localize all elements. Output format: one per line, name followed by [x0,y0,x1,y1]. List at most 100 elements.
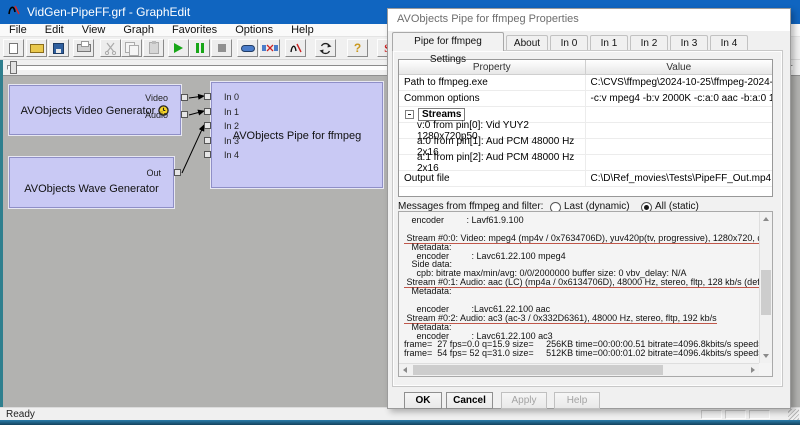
log-text: encoder : Lavf61.9.100 Stream #0:0: Vide… [399,212,759,363]
insert-filter-button[interactable] [285,39,306,57]
pin-label-audio: Audio [145,110,168,120]
tab-in2[interactable]: In 2 [630,35,668,51]
filter-capsule-icon [241,45,255,52]
pin-in2[interactable] [204,122,211,129]
open-file-button[interactable] [26,39,47,57]
pin-label-in0: In 0 [224,92,239,102]
open-folder-icon [30,44,44,53]
help-button[interactable]: ? [347,39,368,57]
pin-video-out[interactable] [181,94,188,101]
pin-label-out: Out [146,168,161,178]
status-text: Ready [6,409,35,420]
menu-view[interactable]: View [73,24,115,36]
log-vertical-scrollbar[interactable] [759,212,772,363]
graphedit-window: VidGen-PipeFF.grf - GraphEdit File Edit … [0,0,800,425]
new-file-button[interactable] [3,39,24,57]
cut-button[interactable] [100,39,121,57]
copy-icon [125,42,138,55]
pin-label-video: Video [145,93,168,103]
copy-button[interactable] [121,39,142,57]
insert-filter-icon [289,42,303,54]
log-horizontal-scrollbar[interactable] [399,363,759,376]
menu-help[interactable]: Help [282,24,323,36]
apply-button[interactable]: Apply [501,392,547,409]
pin-in3[interactable] [204,137,211,144]
paste-icon [149,42,159,54]
pause-button[interactable] [189,39,210,57]
property-grid: Property Value Path to ffmpeg.exe C:\CVS… [398,59,773,197]
filter-video-generator[interactable]: AVObjects Video Generator Video Audio [9,85,181,135]
filter-title: AVObjects Wave Generator [10,183,173,195]
stream-1-line: Stream #0:1: Audio: aac (LC) (mp4a / 0x6… [404,278,759,287]
scroll-right-icon[interactable] [751,367,755,373]
save-button[interactable] [48,39,69,57]
dialog-titlebar: AVObjects Pipe for ffmpeg Properties [388,9,790,31]
stop-icon [218,44,226,52]
ffmpeg-message-log[interactable]: encoder : Lavf61.9.100 Stream #0:0: Vide… [398,211,773,377]
grid-row-common-options[interactable]: Common options -c:v mpeg4 -b:v 2000K -c:… [399,91,772,107]
ok-button[interactable]: OK [404,392,442,409]
stream-0-line: Stream #0:0: Video: mpeg4 (mp4v / 0x7634… [404,234,759,243]
pin-in1[interactable] [204,108,211,115]
new-file-icon [9,43,18,54]
status-panel [701,410,722,419]
tab-pipe-settings[interactable]: Pipe for ffmpeg Settings [392,32,504,51]
cancel-button[interactable]: Cancel [446,392,493,409]
tab-about[interactable]: About [506,35,548,51]
menu-edit[interactable]: Edit [36,24,73,36]
save-floppy-icon [53,43,64,54]
status-panel [749,410,770,419]
vscroll-thumb[interactable] [761,270,771,315]
play-icon [174,43,183,53]
menu-graph[interactable]: Graph [114,24,163,36]
graphedit-app-icon [7,3,21,22]
refresh-button[interactable] [315,39,336,57]
grid-row-path[interactable]: Path to ffmpeg.exe C:\CVS\ffmpeg\2024-10… [399,75,772,91]
pin-wave-out[interactable] [174,169,181,176]
window-title: VidGen-PipeFF.grf - GraphEdit [27,5,190,19]
scroll-down-icon[interactable] [763,354,769,358]
filter-capsule-button[interactable] [237,39,258,57]
resize-grip[interactable] [788,409,799,420]
tab-in3[interactable]: In 3 [670,35,708,51]
cut-scissors-icon [104,42,117,55]
tab-in0[interactable]: In 0 [550,35,588,51]
hscroll-thumb[interactable] [413,365,663,375]
print-button[interactable] [73,39,94,57]
pause-icon [196,43,204,53]
col-value: Value [586,60,773,74]
filter-pipe-ffmpeg[interactable]: AVObjects Pipe for ffmpeg In 0 In 1 In 2… [211,82,383,188]
pin-in4[interactable] [204,151,211,158]
play-button[interactable] [168,39,189,57]
grid-row-stream-a1[interactable]: a:1 from pin[2]: Aud PCM 48000 Hz 2x16 [399,155,772,171]
help-question-icon: ? [354,42,361,54]
tab-in4[interactable]: In 4 [710,35,748,51]
menu-favorites[interactable]: Favorites [163,24,226,36]
collapse-expander-icon[interactable] [405,110,414,119]
pin-label-in4: In 4 [224,150,239,160]
scroll-up-icon[interactable] [763,217,769,221]
paste-button[interactable] [143,39,164,57]
pin-label-in1: In 1 [224,107,239,117]
pin-label-in2: In 2 [224,121,239,131]
col-property: Property [399,60,586,74]
menu-file[interactable]: File [0,24,36,36]
filter-wave-generator[interactable]: AVObjects Wave Generator Out [9,157,174,208]
print-icon [77,44,91,52]
grid-row-output-file[interactable]: Output file C:\D\Ref_movies\Tests\PipeFF… [399,171,772,187]
properties-dialog: AVObjects Pipe for ffmpeg Properties Pip… [387,8,791,409]
tab-strip: Pipe for ffmpeg Settings About In 0 In 1… [392,32,786,51]
seek-thumb[interactable] [10,61,17,74]
tab-in1[interactable]: In 1 [590,35,628,51]
refresh-icon [319,42,332,55]
pin-audio-out[interactable] [181,111,188,118]
taskbar-edge [0,420,800,425]
pin-label-in3: In 3 [224,136,239,146]
menu-options[interactable]: Options [226,24,282,36]
window-left-border [0,60,3,407]
stop-button[interactable] [211,39,232,57]
scroll-left-icon[interactable] [403,367,407,373]
help-dialog-button[interactable]: Help [554,392,600,409]
connect-pins-button[interactable] [259,39,280,57]
pin-in0[interactable] [204,93,211,100]
